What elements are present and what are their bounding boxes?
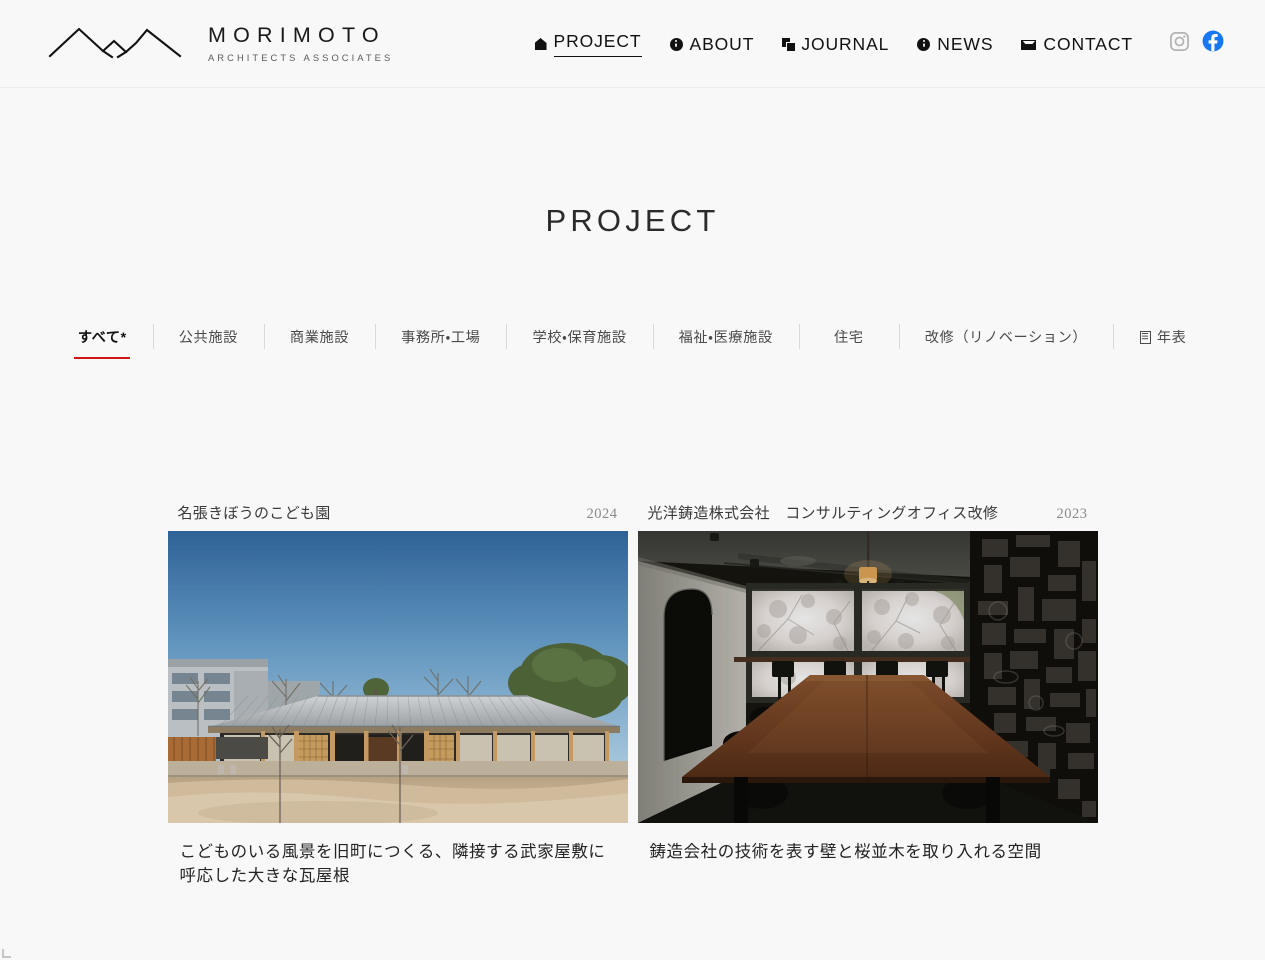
project-card-caption: 鋳造会社の技術を表す壁と桜並木を取り入れる空間 [649, 843, 1042, 861]
brand-name: MORIMOTO [208, 23, 386, 48]
page-title: PROJECT [545, 203, 720, 238]
filter-tab-school-childcare[interactable]: 学校・保育施設 [506, 323, 652, 359]
info-circle-icon [917, 37, 931, 51]
filter-tab-commercial-facility-label: 商業施設 [289, 330, 350, 346]
project-card[interactable]: 光洋鋳造株式会社 コンサルティングオフィス改修 2023 鋳造会社の技術を表す壁… [637, 505, 1098, 889]
project-filter-bar: すべて* 公共施設 商業施設 事務所・工場 学校・保育施設 福祉・医療施設 住宅… [0, 323, 1265, 359]
filter-tab-chronology-label: 年表 [1156, 330, 1187, 346]
filter-tab-all-label: すべて* [77, 330, 127, 346]
nav-item-contact[interactable]: CONTACT [1021, 30, 1133, 58]
project-card-year: 2024 [586, 506, 618, 522]
nav-item-project[interactable]: PROJECT [534, 27, 642, 60]
nav-item-contact-label: CONTACT [1043, 33, 1133, 54]
filter-tab-housing-label: 住宅 [833, 330, 864, 346]
project-card-thumbnail[interactable] [637, 531, 1098, 823]
filter-tab-chronology[interactable]: 年表 [1113, 323, 1213, 359]
filter-tab-office-factory-label: 事務所・工場 [401, 330, 481, 346]
nav-item-about-label: ABOUT [689, 33, 755, 54]
filter-tab-public-facility[interactable]: 公共施設 [152, 323, 264, 359]
project-card-title: 名張きぼうのこども園 [177, 505, 331, 522]
nav-item-about[interactable]: ABOUT [669, 30, 755, 58]
nav-item-news[interactable]: NEWS [917, 30, 993, 58]
filter-tab-housing[interactable]: 住宅 [798, 323, 899, 359]
project-card-meta: 名張きぼうのこども園 2024 [168, 505, 628, 531]
project-grid: 名張きぼうのこども園 2024 こどものいる風景を旧町につくる、隣接する武家屋敷… [0, 505, 1265, 889]
envelope-icon [1021, 39, 1037, 50]
nav-item-project-label: PROJECT [553, 31, 642, 57]
site-header: MORIMOTO ARCHITECTS ASSOCIATES PROJECT A… [0, 0, 1265, 88]
filter-tab-welfare-medical-label: 福祉・医療施設 [678, 330, 773, 346]
filter-tab-renovation[interactable]: 改修（リノベーション） [898, 323, 1113, 359]
project-card-thumbnail[interactable] [167, 531, 628, 823]
filter-tab-school-childcare-label: 学校・保育施設 [532, 330, 627, 346]
stacked-pages-icon [782, 38, 796, 51]
filter-tab-commercial-facility[interactable]: 商業施設 [263, 323, 375, 359]
info-circle-icon [669, 37, 683, 51]
filter-tab-all[interactable]: すべて* [52, 323, 153, 359]
viewport-corner-mark [2, 949, 11, 958]
project-card-title: 光洋鋳造株式会社 コンサルティングオフィス改修 [647, 505, 999, 522]
project-card-caption: こどものいる風景を旧町につくる、隣接する武家屋敷に呼応した大きな瓦屋根 [179, 843, 606, 886]
main-navigation: PROJECT ABOUT JOURNAL NEWS CONTACT [534, 27, 1225, 60]
brand-logo-link[interactable]: MORIMOTO ARCHITECTS ASSOCIATES [48, 23, 393, 64]
document-list-icon [1139, 330, 1151, 344]
social-link-instagram[interactable] [1167, 31, 1191, 57]
pentagon-icon [534, 38, 547, 50]
project-card-year: 2023 [1056, 506, 1088, 522]
facebook-icon [1202, 30, 1224, 57]
filter-tab-public-facility-label: 公共施設 [178, 330, 238, 346]
filter-tab-welfare-medical[interactable]: 福祉・医療施設 [652, 323, 799, 359]
nav-item-journal[interactable]: JOURNAL [782, 30, 889, 58]
project-card[interactable]: 名張きぼうのこども園 2024 こどものいる風景を旧町につくる、隣接する武家屋敷… [167, 505, 628, 889]
social-link-facebook[interactable] [1201, 30, 1225, 57]
filter-tab-renovation-label: 改修（リノベーション） [924, 330, 1088, 346]
filter-tab-office-factory[interactable]: 事務所・工場 [375, 323, 506, 359]
mountain-range-logo-icon [48, 23, 182, 64]
brand-subtitle: ARCHITECTS ASSOCIATES [208, 51, 394, 63]
nav-item-news-label: NEWS [937, 33, 994, 54]
nav-item-journal-label: JOURNAL [801, 33, 890, 54]
project-card-meta: 光洋鋳造株式会社 コンサルティングオフィス改修 2023 [638, 505, 1098, 531]
instagram-icon [1169, 31, 1190, 57]
